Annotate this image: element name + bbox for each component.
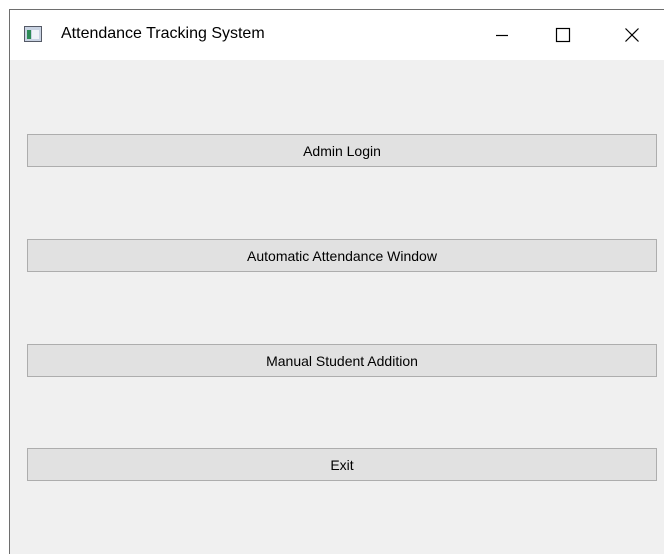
minimize-icon	[496, 34, 508, 37]
title-bar[interactable]: Attendance Tracking System	[10, 10, 664, 60]
minimize-button[interactable]	[479, 10, 525, 60]
maximize-button[interactable]	[540, 10, 586, 60]
manual-student-addition-button[interactable]: Manual Student Addition	[27, 344, 657, 377]
app-window: Attendance Tracking System Admin Login A…	[9, 9, 664, 554]
admin-login-button[interactable]: Admin Login	[27, 134, 657, 167]
app-window-icon	[24, 26, 42, 42]
close-button[interactable]	[609, 10, 655, 60]
maximize-icon	[555, 27, 571, 43]
automatic-attendance-window-button[interactable]: Automatic Attendance Window	[27, 239, 657, 272]
exit-button[interactable]: Exit	[27, 448, 657, 481]
window-title: Attendance Tracking System	[61, 25, 265, 42]
close-icon	[625, 28, 639, 42]
